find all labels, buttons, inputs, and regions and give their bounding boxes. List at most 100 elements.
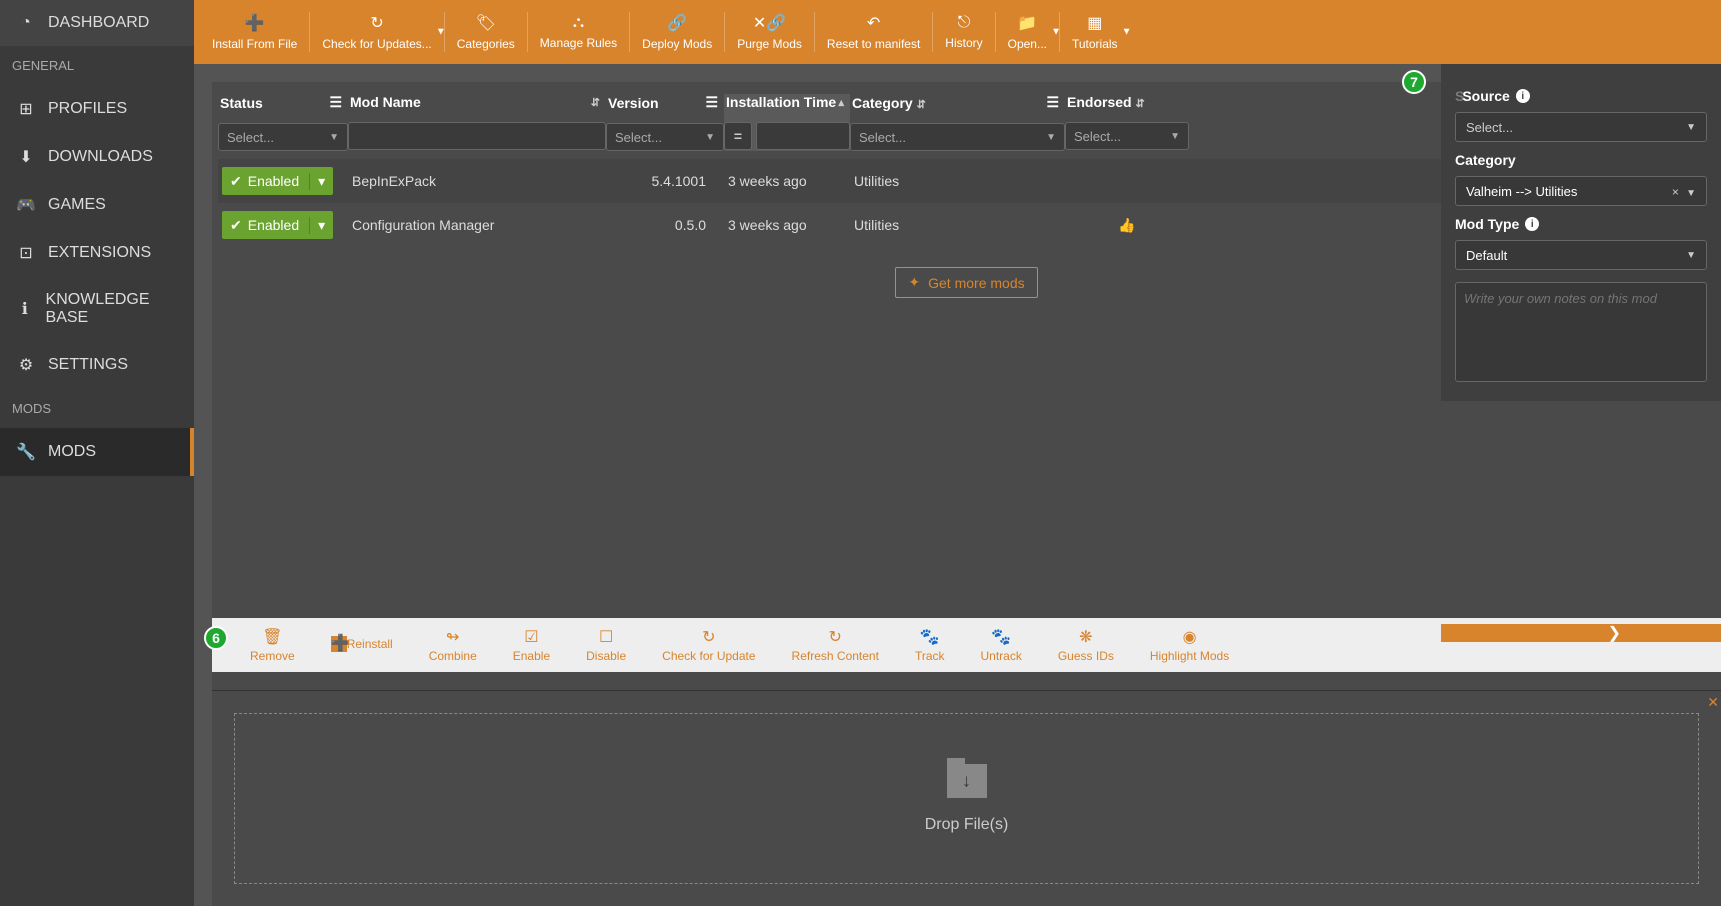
toolbar-icon: ⛬: [540, 14, 617, 32]
separator: [527, 12, 528, 52]
status-badge[interactable]: ✔ Enabled▾: [222, 211, 333, 239]
action-label: Reinstall: [347, 637, 393, 651]
col-status-label: Status: [220, 95, 263, 111]
sidebar-item-downloads[interactable]: ⬇DOWNLOADS: [0, 133, 194, 181]
category-filter[interactable]: Select...▼: [850, 123, 1065, 151]
top-toolbar: ➕ Install From File ↻Check for Updates...▼…: [194, 0, 1721, 64]
modtype-select[interactable]: Default▼: [1455, 240, 1707, 270]
toolbar-icon: ↶: [827, 13, 920, 33]
action-reinstall[interactable]: ➕Reinstall: [313, 636, 411, 654]
sort-icon[interactable]: ⇵: [917, 99, 926, 111]
toolbar-label: Purge Mods: [737, 37, 802, 51]
close-drop-icon[interactable]: ✕: [1707, 694, 1719, 711]
sidebar-item-label: PROFILES: [48, 100, 127, 118]
list-icon[interactable]: ☰: [329, 94, 342, 111]
toolbar-label: History: [945, 36, 982, 50]
install-filter[interactable]: [756, 122, 850, 150]
placeholder-text: Select...: [227, 130, 274, 145]
toolbar-install-from-file[interactable]: ➕ Install From File: [202, 9, 307, 55]
col-endorsed: Endorsed ⇵ Select...▼: [1065, 94, 1189, 151]
toolbar-purge-mods[interactable]: ✕🔗Purge Mods: [727, 9, 812, 55]
col-name: Mod Name⇵: [348, 94, 606, 151]
info-icon[interactable]: i: [1516, 89, 1530, 103]
status-badge[interactable]: ✔ Enabled▾: [222, 167, 333, 195]
info-icon[interactable]: i: [1525, 217, 1539, 231]
action-check-for-update[interactable]: ↻Check for Update: [644, 627, 773, 663]
caret-down-icon: ▼: [1686, 250, 1696, 261]
sidebar-item-mods[interactable]: 🔧 MODS: [0, 428, 194, 476]
category-label: Category: [1455, 152, 1707, 168]
toolbar-history[interactable]: ⎋History: [935, 10, 992, 54]
action-guess-ids[interactable]: ❋Guess IDs: [1040, 627, 1132, 663]
cell-endorsed[interactable]: 👍: [1065, 217, 1189, 234]
sidebar-item-extensions[interactable]: ⊡EXTENSIONS: [0, 229, 194, 277]
category-select[interactable]: Valheim --> Utilities× ▼: [1455, 176, 1707, 206]
name-filter-input[interactable]: [357, 129, 597, 144]
sidebar-item-profiles[interactable]: ⊞ PROFILES: [0, 85, 194, 133]
sidebar-item-label: KNOWLEDGE BASE: [46, 291, 178, 327]
toolbar-deploy-mods[interactable]: 🔗Deploy Mods: [632, 9, 722, 55]
action-enable[interactable]: ☑ Enable: [495, 627, 568, 663]
sidebar-item-label: EXTENSIONS: [48, 244, 151, 262]
col-version: Version☰ Select...▼: [606, 94, 724, 151]
sidebar-item-games[interactable]: 🎮GAMES: [0, 181, 194, 229]
sort-icon[interactable]: ⇵: [591, 96, 600, 109]
toolbar-manage-rules[interactable]: ⛬Manage Rules: [530, 10, 627, 54]
action-label: Untrack: [981, 649, 1022, 663]
sidebar: ◔ DASHBOARD GENERAL ⊞PROFILES⬇DOWNLOADS🎮…: [0, 0, 194, 906]
action-label: Enable: [513, 649, 550, 663]
endorsed-filter[interactable]: Select...▼: [1065, 122, 1189, 150]
notes-textarea[interactable]: [1455, 282, 1707, 382]
sort-icon[interactable]: ⇵: [1135, 98, 1144, 110]
toolbar-check-for-updates-[interactable]: ↻Check for Updates...▼: [312, 9, 441, 55]
source-select[interactable]: Select...▼: [1455, 112, 1707, 142]
toolbar-icon: ➕: [212, 13, 297, 33]
clear-icon[interactable]: ×: [1672, 185, 1679, 199]
drop-zone[interactable]: ↓ Drop File(s): [234, 713, 1699, 884]
toolbar-label: Install From File: [212, 37, 297, 51]
caret-down-icon[interactable]: ▾: [309, 217, 333, 234]
toolbar-categories[interactable]: 🏷Categories: [447, 9, 525, 55]
panel-collapse-button[interactable]: ❯: [1441, 624, 1721, 642]
sidebar-item-knowledge-base[interactable]: ℹ KNOWLEDGE BASE: [0, 277, 194, 341]
nav-icon: ⊞: [16, 99, 36, 119]
col-install-time[interactable]: Installation Time▴ =: [724, 94, 850, 151]
install-filter-input[interactable]: [765, 129, 841, 144]
name-filter[interactable]: [348, 122, 606, 150]
action-refresh-content[interactable]: ↻Refresh Content: [774, 627, 897, 663]
action-track[interactable]: 🐾Track: [897, 627, 963, 663]
toolbar-reset-to-manifest[interactable]: ↶Reset to manifest: [817, 9, 930, 55]
toolbar-label: Tutorials: [1072, 37, 1118, 51]
sidebar-section-mods: MODS: [0, 389, 194, 428]
sidebar-dashboard[interactable]: ◔ DASHBOARD: [0, 0, 194, 46]
action-icon: ☐: [586, 627, 626, 647]
check-icon: ✔: [230, 173, 242, 190]
action-icon: ☑: [513, 627, 550, 647]
sidebar-item-settings[interactable]: ⚙SETTINGS: [0, 341, 194, 389]
col-category: Category ⇵☰ Select...▼: [850, 94, 1065, 151]
get-more-mods-button[interactable]: ✦ Get more mods: [895, 267, 1037, 298]
action-disable[interactable]: ☐Disable: [568, 627, 644, 663]
caret-down-icon: ▼: [1170, 131, 1180, 142]
action-highlight-mods[interactable]: ◉Highlight Mods: [1132, 627, 1247, 663]
toolbar-open-[interactable]: 📁Open...▼: [998, 9, 1057, 55]
install-operator[interactable]: =: [724, 122, 752, 150]
toolbar-tutorials[interactable]: ▦Tutorials▼: [1062, 9, 1128, 55]
action-remove[interactable]: 🗑Remove: [232, 627, 313, 663]
action-combine[interactable]: ↬Combine: [411, 627, 495, 663]
status-filter[interactable]: Select...▼: [218, 123, 348, 151]
caret-down-icon[interactable]: ▾: [309, 173, 333, 190]
category-value: Valheim --> Utilities: [1466, 184, 1577, 199]
action-untrack[interactable]: 🐾Untrack: [963, 627, 1040, 663]
sort-asc-icon[interactable]: ▴: [838, 96, 844, 109]
version-filter[interactable]: Select...▼: [606, 123, 724, 151]
label-text: Source: [1462, 88, 1509, 104]
list-icon[interactable]: ☰: [705, 94, 718, 111]
action-label: Combine: [429, 649, 477, 663]
modtype-label: Mod Type i: [1455, 216, 1707, 232]
caret-down-icon: ▼: [1122, 27, 1132, 38]
check-icon: ✔: [230, 217, 242, 234]
nav-icon: ℹ: [16, 299, 34, 319]
list-icon[interactable]: ☰: [1046, 94, 1059, 111]
action-label: Refresh Content: [792, 649, 879, 663]
